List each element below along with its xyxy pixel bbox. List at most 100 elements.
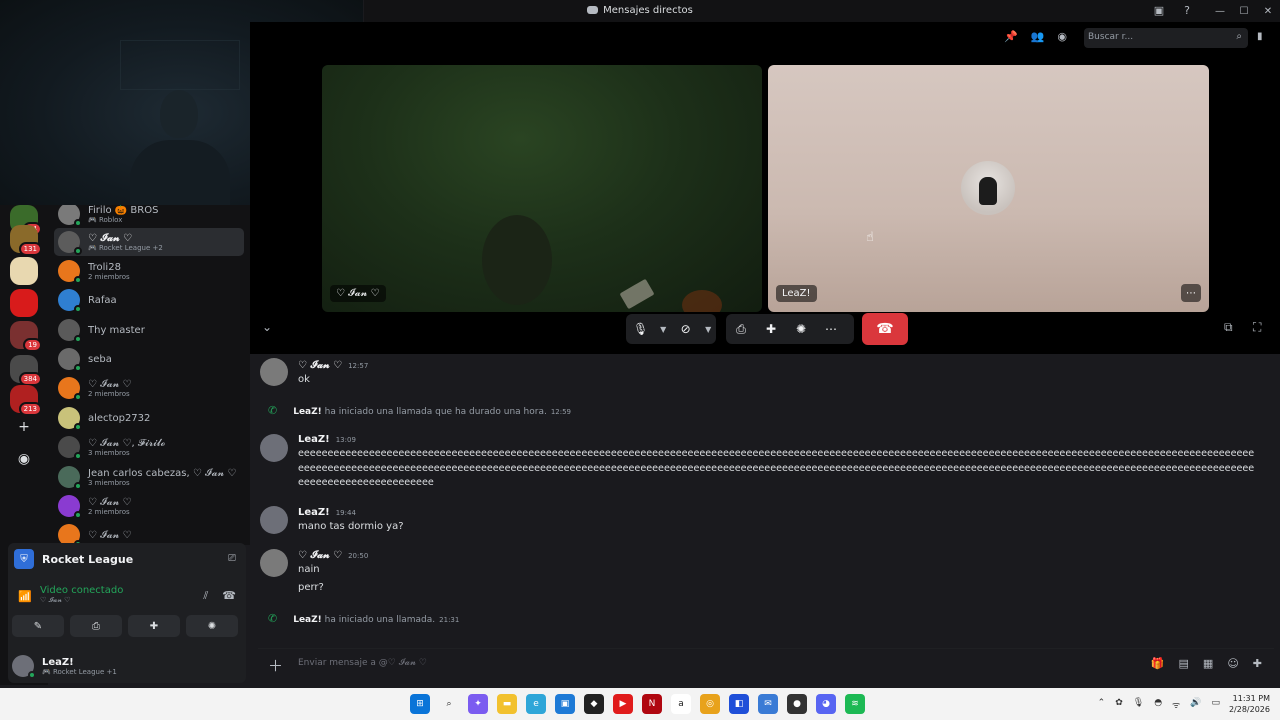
search-icon[interactable]: ⌕ [439,694,459,714]
fullscreen-icon[interactable]: ⛶ [1253,320,1261,335]
roblox-icon[interactable]: ◆ [584,694,604,714]
bookmark-icon[interactable]: ▮ [1257,31,1263,42]
clock[interactable]: 11:31 PM 2/28/2026 [1229,693,1270,715]
gift-icon[interactable]: 🎁 [1151,657,1165,670]
tray-mic-icon[interactable]: 🎙 [1133,698,1144,711]
dm-item[interactable]: ♡ 𝓘𝓪𝓷 ♡ [54,521,244,545]
minimize-button[interactable]: — [1208,0,1232,22]
dm-item[interactable]: seba [54,345,244,373]
netflix-icon[interactable]: N [642,694,662,714]
more-icon[interactable]: ⋯ [1181,284,1201,302]
edge-icon[interactable]: e [526,694,546,714]
message-composer[interactable]: ＋ Enviar mensaje a @♡ 𝓘𝓪𝓷 ♡ 🎁 ▤ ▦ ☺ ✚ [258,648,1274,678]
tray-app-icon[interactable]: ✿ [1115,698,1123,711]
chrome-icon[interactable]: ◎ [700,694,720,714]
apps-icon[interactable]: ✚ [1253,657,1262,670]
tray-network-icon[interactable]: ◓ [1154,698,1162,711]
dm-item[interactable]: Firilo 🎃 BROS 🎮 Roblox [54,205,244,228]
dm-item[interactable]: Thy master [54,316,244,344]
close-button[interactable]: ✕ [1256,0,1280,22]
add-server-icon[interactable]: + [14,417,34,437]
message-author[interactable]: ♡ 𝓘𝓪𝓷 ♡ 12:57 [298,360,368,371]
amazon-icon[interactable]: a [671,694,691,714]
battery-icon[interactable]: ▭ [1211,698,1220,711]
avatar[interactable] [260,506,288,534]
gif-icon[interactable]: ▤ [1179,657,1189,670]
server-icon[interactable]: 384 [10,355,42,386]
app-icon[interactable]: ◧ [729,694,749,714]
help-icon[interactable]: ? [1180,3,1194,17]
popout-icon[interactable]: ⧉ [1224,320,1233,335]
inbox-icon[interactable]: ▣ [1152,3,1166,17]
noise-suppression-icon[interactable]: ⫽ [203,589,208,603]
wifi-icon[interactable]: ᯤ [1172,698,1180,711]
spotify-icon[interactable]: ≋ [845,694,865,714]
soundboard-button[interactable]: ✺ [786,314,816,344]
chevron-up-icon[interactable]: ⌃ [1098,698,1106,711]
search-box[interactable]: Buscar r... ⌕ [1084,28,1248,48]
sticker-icon[interactable]: ▦ [1203,657,1213,670]
avatar[interactable] [260,434,288,462]
dm-item[interactable]: ♡ 𝓘𝓪𝓷 ♡, 𝓕𝓲𝓻𝓲𝓵𝓸 3 miembros [54,433,244,461]
system-author[interactable]: LeaZ! [293,407,322,417]
server-icon[interactable] [10,289,38,317]
pin-icon[interactable]: 📌 [1004,30,1018,43]
video-tile-ian[interactable]: ♡ 𝓘𝓪𝓷 ♡ [322,65,762,312]
discord-icon[interactable]: ◕ [816,694,836,714]
dm-item[interactable]: ♡ 𝓘𝓪𝓷 ♡ 🎮 Rocket League +2 [54,228,244,256]
more-options-button[interactable]: ⋯ [816,314,846,344]
game-icon[interactable]: ● [787,694,807,714]
share-screen-button[interactable]: ⎙ [70,615,122,637]
dm-item[interactable]: Troli28 2 miembros [54,257,244,285]
windows-start-icon[interactable]: ⊞ [410,694,430,714]
store-icon[interactable]: ▣ [555,694,575,714]
message-author[interactable]: LeaZ! 13:09 [298,434,356,445]
avatar[interactable] [260,358,288,386]
chevron-down-icon[interactable]: ⌄ [262,320,272,334]
message-author[interactable]: ♡ 𝓘𝓪𝓷 ♡ 20:50 [298,550,368,561]
outlook-icon[interactable]: ✉ [758,694,778,714]
youtube-icon[interactable]: ▶ [613,694,633,714]
camera-off-button[interactable]: ✎ [12,615,64,637]
dm-item[interactable]: ♡ 𝓘𝓪𝓷 ♡ 2 miembros [54,492,244,520]
copilot-icon[interactable]: ✦ [468,694,488,714]
end-call-button[interactable]: ☎ [862,313,908,345]
message-author[interactable]: LeaZ! 19:44 [298,507,356,518]
dm-item[interactable]: ♡ 𝓘𝓪𝓷 ♡ 2 miembros [54,374,244,402]
share-screen-button[interactable]: ⎙ [726,314,756,344]
microphone-button[interactable]: 🎙 [626,314,655,344]
activities-button[interactable]: ✚ [128,615,180,637]
server-icon[interactable]: 19 [10,321,42,352]
avatar[interactable] [260,549,288,577]
activities-button[interactable]: ✚ [756,314,786,344]
activity-game[interactable]: ⛨ Rocket League [14,549,133,569]
dm-name: ♡ 𝓘𝓪𝓷 ♡ [88,496,132,508]
server-icon[interactable]: 131 [10,225,42,256]
video-tile-leaz[interactable]: LeaZ! ⋯ [768,65,1209,312]
avatar [58,205,82,227]
screen-share-icon[interactable]: ⎚ [228,553,236,564]
maximize-button[interactable]: ☐ [1232,0,1256,22]
system-author[interactable]: LeaZ! [293,615,322,625]
chevron-down-icon[interactable]: ▼ [700,314,716,344]
dm-item[interactable]: alectop2732 [54,404,244,432]
disconnect-icon[interactable]: ☎ [222,589,236,603]
profile-icon[interactable]: ◉ [1057,30,1067,43]
soundboard-button[interactable]: ✺ [186,615,238,637]
dm-item[interactable]: Rafaa [54,286,244,314]
explore-icon[interactable]: ◉ [14,449,34,469]
server-icon[interactable]: 213 [10,385,42,416]
camera-off-button[interactable]: ⊘ [671,314,700,344]
add-friend-icon[interactable]: 👥 [1031,30,1045,43]
server-icon[interactable] [10,257,38,285]
emoji-icon[interactable]: ☺ [1227,657,1238,670]
dm-item[interactable]: Jean carlos cabezas, ♡ 𝓘𝓪𝓷 ♡ 3 miembros [54,463,244,491]
user-panel[interactable]: LeaZ! 🎮 Rocket League +1 [8,648,246,684]
chevron-down-icon[interactable]: ▼ [655,314,671,344]
message-input[interactable]: Enviar mensaje a @♡ 𝓘𝓪𝓷 ♡ [298,658,427,668]
signal-icon[interactable]: 📶 [18,590,32,603]
file-explorer-icon[interactable]: ▬ [497,694,517,714]
plus-icon[interactable]: ＋ [268,655,283,676]
volume-icon[interactable]: 🔊 [1190,698,1201,711]
dm-subtitle: 🎮 Roblox [88,215,123,224]
